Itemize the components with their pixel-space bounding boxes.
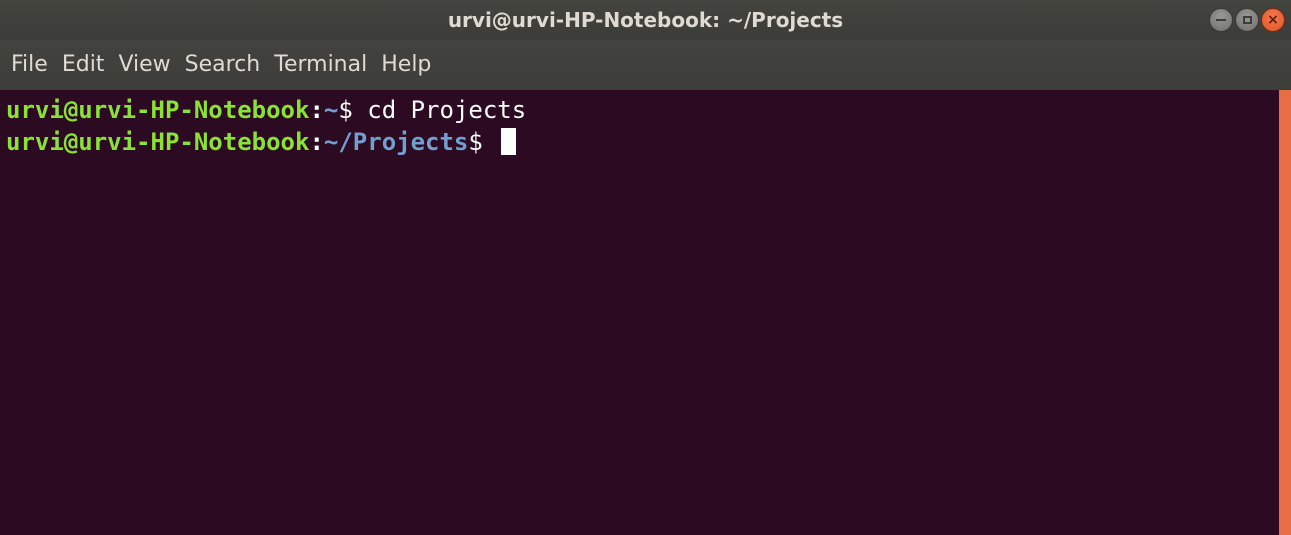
terminal-window: urvi@urvi-HP-Notebook: ~/Projects × File… — [0, 0, 1291, 535]
prompt-symbol: $ — [338, 96, 353, 124]
menu-file[interactable]: File — [4, 40, 55, 90]
close-icon: × — [1267, 12, 1279, 28]
prompt-separator: : — [309, 96, 324, 124]
minimize-icon — [1216, 19, 1226, 21]
prompt-separator: : — [309, 128, 324, 156]
prompt-symbol: $ — [468, 128, 483, 156]
prompt-user: urvi@urvi-HP-Notebook — [6, 128, 310, 156]
menu-help[interactable]: Help — [374, 40, 438, 90]
command-text — [483, 128, 497, 156]
prompt-path: ~/Projects — [323, 128, 469, 156]
menu-edit[interactable]: Edit — [55, 40, 112, 90]
maximize-button[interactable] — [1235, 8, 1259, 32]
minimize-button[interactable] — [1209, 8, 1233, 32]
text-cursor — [501, 128, 517, 155]
menu-terminal[interactable]: Terminal — [267, 40, 374, 90]
menu-search[interactable]: Search — [178, 40, 268, 90]
prompt-user: urvi@urvi-HP-Notebook — [6, 96, 310, 124]
menu-bar: File Edit View Search Terminal Help — [0, 40, 1291, 90]
close-button[interactable]: × — [1261, 8, 1285, 32]
window-controls: × — [1209, 8, 1285, 32]
terminal-line: urvi@urvi-HP-Notebook:~/Projects$ — [6, 126, 1279, 158]
title-bar[interactable]: urvi@urvi-HP-Notebook: ~/Projects × — [0, 0, 1291, 40]
menu-view[interactable]: View — [111, 40, 177, 90]
window-title: urvi@urvi-HP-Notebook: ~/Projects — [447, 8, 844, 32]
scrollbar[interactable] — [1279, 90, 1291, 535]
terminal-output[interactable]: urvi@urvi-HP-Notebook:~$ cd Projects urv… — [0, 90, 1279, 535]
prompt-path: ~ — [323, 96, 339, 124]
terminal-line: urvi@urvi-HP-Notebook:~$ cd Projects — [6, 94, 1279, 126]
command-text: cd Projects — [352, 96, 527, 124]
maximize-icon — [1242, 16, 1252, 24]
